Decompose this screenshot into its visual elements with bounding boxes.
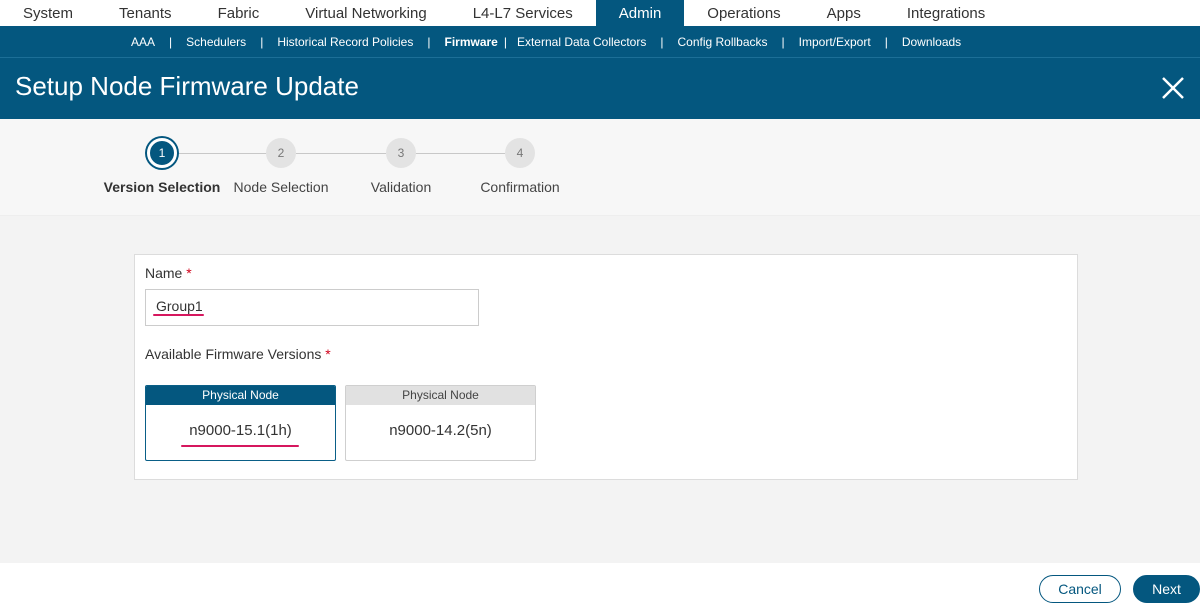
subnav-separator: | [260,34,264,49]
dialog-header: Setup Node Firmware Update [0,57,1200,119]
annotation-underline [153,314,204,316]
name-input[interactable]: Group1 [145,289,479,326]
step-4-indicator[interactable]: 4 [505,138,535,168]
firmware-version-value: n9000-15.1(1h) [189,422,292,439]
step-3-label: Validation [370,179,432,195]
tab-tenants[interactable]: Tenants [96,0,195,26]
subnav-separator: | [884,34,888,49]
cancel-button[interactable]: Cancel [1039,575,1121,603]
subnav-item-schedulers[interactable]: Schedulers [186,35,246,49]
firmware-versions-label: Available Firmware Versions * [145,346,331,362]
required-marker: * [325,346,331,362]
name-input-value: Group1 [156,298,203,314]
dialog-footer: Cancel Next [0,563,1200,607]
annotation-underline [181,445,299,447]
step-4-label: Confirmation [480,179,560,195]
firmware-version-card[interactable]: Physical Node n9000-15.1(1h) [145,385,336,461]
name-label-text: Name [145,265,183,281]
top-nav: System Tenants Fabric Virtual Networking… [0,0,1200,26]
subnav-item-aaa[interactable]: AAA [131,35,155,49]
tab-admin[interactable]: Admin [595,0,685,26]
tab-system[interactable]: System [0,0,96,26]
main-content: Name * Group1 Available Firmware Version… [0,216,1200,563]
subnav-item-external-data-collectors[interactable]: External Data Collectors [517,35,646,49]
step-1-label: Version Selection [103,179,221,195]
subnav-item-downloads[interactable]: Downloads [902,35,961,49]
wizard-stepper: 1 2 3 4 Version Selection Node Selection… [0,119,1200,216]
step-1-indicator[interactable]: 1 [147,138,177,168]
step-connector [296,153,386,154]
subnav-separator: | [427,34,431,49]
firmware-version-value: n9000-14.2(5n) [389,422,492,439]
subnav-separator: | [169,34,173,49]
firmware-version-card[interactable]: Physical Node n9000-14.2(5n) [345,385,536,461]
subnav-item-config-rollbacks[interactable]: Config Rollbacks [677,35,767,49]
step-connector [177,153,267,154]
subnav-separator: | [781,34,785,49]
sub-nav: AAA | Schedulers | Historical Record Pol… [0,26,1200,57]
subnav-item-historical-record-policies[interactable]: Historical Record Policies [277,35,413,49]
firmware-card-header: Physical Node [346,386,535,405]
subnav-item-import-export[interactable]: Import/Export [799,35,871,49]
step-2-indicator[interactable]: 2 [266,138,296,168]
close-icon[interactable] [1160,75,1186,101]
name-label: Name * [145,265,192,281]
subnav-separator: | [503,34,507,49]
firmware-card-header: Physical Node [146,386,335,405]
dialog-title: Setup Node Firmware Update [15,71,359,101]
step-connector [415,153,505,154]
firmware-versions-label-text: Available Firmware Versions [145,346,322,362]
tab-virtual-networking[interactable]: Virtual Networking [282,0,449,26]
tab-l4-l7-services[interactable]: L4-L7 Services [450,0,596,26]
subnav-item-firmware[interactable]: Firmware [444,35,497,49]
subnav-separator: | [660,34,664,49]
step-2-label: Node Selection [233,179,329,195]
required-marker: * [186,265,192,281]
tab-operations[interactable]: Operations [684,0,803,26]
tab-fabric[interactable]: Fabric [195,0,283,26]
next-button[interactable]: Next [1133,575,1200,603]
tab-integrations[interactable]: Integrations [884,0,1008,26]
tab-apps[interactable]: Apps [804,0,884,26]
form-panel: Name * Group1 Available Firmware Version… [134,254,1078,480]
step-3-indicator[interactable]: 3 [386,138,416,168]
